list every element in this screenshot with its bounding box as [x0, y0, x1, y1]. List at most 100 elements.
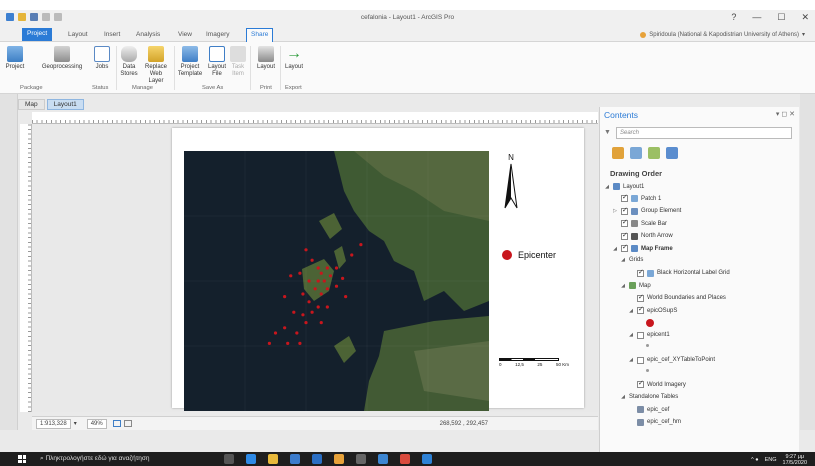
list-by-selection-icon[interactable] — [648, 147, 660, 159]
contents-tree-item[interactable]: epic_cef — [628, 406, 669, 414]
visibility-checkbox[interactable] — [637, 268, 644, 277]
contents-tree-item[interactable]: ▷ Group Element — [612, 206, 681, 215]
contents-tree-item[interactable]: ◢ Grids — [620, 257, 643, 263]
photos-icon[interactable] — [378, 454, 388, 464]
app-icon[interactable] — [356, 454, 366, 464]
visibility-checkbox[interactable] — [621, 243, 628, 252]
expand-triangle-icon[interactable]: ◢ — [628, 357, 634, 363]
minimize-button[interactable]: — — [752, 12, 761, 23]
contents-tree-item[interactable]: ◢ epic_cef_XYTableToPoint — [628, 356, 715, 364]
contents-tree-item[interactable]: Black Horizontal Label Grid — [628, 268, 730, 277]
visibility-checkbox[interactable] — [637, 379, 644, 389]
contents-tree-item[interactable]: ◢ Layout1 — [604, 183, 644, 190]
jobs-button[interactable]: Jobs — [92, 46, 112, 71]
contents-tree-item[interactable]: Scale Bar — [612, 218, 667, 228]
contents-tree-item[interactable] — [636, 319, 654, 328]
windows-start-icon[interactable] — [18, 455, 26, 463]
store-icon[interactable] — [290, 454, 300, 464]
filter-icon[interactable]: ▼ — [604, 129, 611, 136]
contents-tree-item[interactable] — [636, 344, 649, 348]
mail-icon[interactable] — [312, 454, 322, 464]
visibility-checkbox[interactable] — [637, 293, 644, 302]
map-frame[interactable] — [184, 151, 489, 411]
fixed-zoom-icon[interactable] — [112, 420, 121, 427]
visibility-checkbox[interactable] — [621, 206, 628, 215]
tab-share[interactable]: Share — [246, 28, 274, 42]
tab-analysis[interactable]: Analysis — [132, 30, 164, 39]
chevron-down-icon[interactable]: ▾ — [74, 420, 77, 427]
taskbar-search[interactable]: ⌕ Πληκτρολογήστε εδώ για αναζήτηση — [40, 455, 150, 463]
grey-dot-symbol-icon — [646, 344, 649, 348]
visibility-checkbox[interactable] — [621, 231, 628, 240]
contents-tree-item[interactable]: ◢ epicOSupS — [628, 305, 677, 314]
expand-triangle-icon[interactable]: ◢ — [620, 394, 626, 400]
list-by-editing-icon[interactable] — [666, 147, 678, 159]
contents-tree-item[interactable]: North Arrow — [612, 231, 673, 240]
search-input[interactable]: Search — [616, 127, 792, 139]
list-by-source-icon[interactable] — [630, 147, 642, 159]
data-stores-button[interactable]: Data Stores — [118, 46, 140, 78]
tab-view[interactable]: View — [174, 30, 196, 39]
collapse-triangle-icon[interactable]: ▷ — [612, 208, 618, 214]
list-by-drawing-order-icon[interactable] — [612, 147, 624, 159]
project-template-button[interactable]: Project Template — [176, 46, 204, 78]
zoom-input[interactable]: 49% — [86, 418, 107, 429]
expand-triangle-icon[interactable]: ◢ — [612, 246, 618, 252]
export-layout-button[interactable]: → Layout — [282, 46, 306, 71]
pane-controls[interactable]: ▾ ◻ ✕ — [776, 110, 795, 118]
contents-tree-item[interactable] — [636, 369, 649, 372]
contents-tree-item[interactable]: ◢ Map — [620, 282, 651, 290]
visibility-checkbox[interactable] — [637, 331, 644, 339]
contents-tree-item[interactable]: ◢ Map Frame — [612, 243, 673, 252]
scale-input[interactable]: 1:913,328 — [36, 418, 71, 429]
north-arrow[interactable]: N — [502, 152, 520, 212]
taskbar-apps — [224, 454, 432, 464]
layout-page[interactable]: N Epicenter 0 12,5 25 50 Km — [172, 128, 584, 411]
tab-project[interactable]: Project — [22, 28, 53, 41]
replace-web-layer-button[interactable]: Replace Web Layer — [142, 46, 170, 85]
task-view-icon[interactable] — [224, 454, 234, 464]
help-icon[interactable]: ? — [731, 12, 736, 23]
layout-file-button[interactable]: Layout File — [206, 46, 228, 78]
visibility-checkbox[interactable] — [621, 193, 628, 203]
maximize-button[interactable]: ☐ — [777, 12, 785, 23]
user-account[interactable]: Spiridoula (National & Kapodistrian Univ… — [640, 31, 805, 38]
legend[interactable]: Epicenter — [502, 250, 556, 260]
expand-triangle-icon[interactable]: ◢ — [628, 332, 634, 338]
task-item-button[interactable]: Task Item — [230, 46, 246, 78]
chrome-icon[interactable] — [400, 454, 410, 464]
edge-icon[interactable] — [246, 454, 256, 464]
file-explorer-icon[interactable] — [268, 454, 278, 464]
contents-tree-item[interactable]: World Boundaries and Places — [628, 293, 726, 302]
expand-triangle-icon[interactable]: ◢ — [628, 308, 634, 314]
project-package-button[interactable]: Project — [4, 46, 26, 71]
clock[interactable]: 9:27 μμ 17/5/2020 — [783, 454, 807, 466]
tab-insert[interactable]: Insert — [100, 30, 124, 39]
scale-bar[interactable]: 0 12,5 25 50 Km — [499, 358, 569, 367]
geoprocessing-package-button[interactable]: Geoprocessing — [40, 46, 84, 71]
epicenter-point — [286, 341, 290, 345]
tab-imagery[interactable]: Imagery — [202, 30, 233, 39]
visibility-checkbox[interactable] — [621, 218, 628, 228]
tab-layout-view[interactable]: Layout1 — [46, 99, 84, 110]
expand-triangle-icon[interactable]: ◢ — [620, 257, 626, 263]
page-width-icon[interactable] — [123, 420, 132, 427]
print-layout-button[interactable]: Layout — [254, 46, 278, 71]
language-indicator[interactable]: ENG — [765, 457, 777, 463]
app2-icon[interactable] — [422, 454, 432, 464]
contents-tree-item[interactable]: Patch 1 — [612, 193, 661, 203]
arcgis-icon[interactable] — [334, 454, 344, 464]
tab-map-view[interactable]: Map — [18, 99, 45, 110]
visibility-checkbox[interactable] — [637, 356, 644, 364]
tab-layout[interactable]: Layout — [64, 30, 92, 39]
network-icon[interactable]: ^ ● — [751, 457, 758, 463]
contents-tree-item[interactable]: World Imagery — [628, 379, 686, 389]
close-button[interactable]: ✕ — [801, 12, 809, 23]
contents-tree-item[interactable]: ◢ Standalone Tables — [620, 394, 678, 400]
expand-triangle-icon[interactable]: ◢ — [620, 283, 626, 289]
contents-tree-item[interactable]: epic_cef_hm — [628, 418, 681, 426]
expand-triangle-icon[interactable]: ◢ — [604, 184, 610, 190]
visibility-checkbox[interactable] — [637, 305, 644, 314]
layout-canvas[interactable]: N Epicenter 0 12,5 25 50 Km — [32, 124, 598, 412]
contents-tree-item[interactable]: ◢ epicent1 — [628, 331, 670, 339]
